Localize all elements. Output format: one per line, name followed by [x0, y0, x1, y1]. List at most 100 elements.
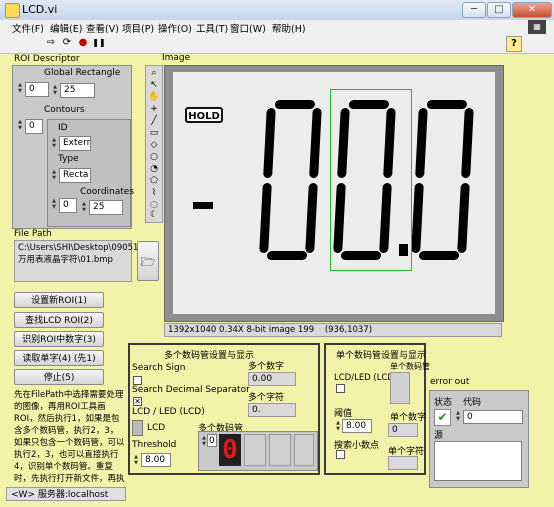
freeline-tool-icon[interactable]: ☾ [147, 209, 161, 221]
pan-tool-icon[interactable]: ✋ [147, 91, 161, 103]
status-bar: <W> 服务器:localhost [6, 487, 126, 501]
lcd-digit-3 [411, 100, 475, 260]
threshold-label: Threshold [132, 440, 177, 450]
coord-index-field[interactable]: 0 [59, 198, 77, 213]
menu-tools[interactable]: 工具(T) [196, 21, 228, 35]
threshold-spinner[interactable]: ▲ ▼ [132, 454, 140, 467]
image-info-bar: 1392x1040 0.34X 8-bit image 199 (936,103… [164, 323, 502, 337]
close-button[interactable]: ✕ [512, 2, 552, 18]
stop-button[interactable]: 停止(5) [14, 369, 104, 385]
error-status-label: 状态 [434, 398, 453, 408]
set-roi-button[interactable]: 设置新ROI(1) [14, 292, 104, 308]
contours-label: Contours [44, 105, 85, 115]
search-decimal-checkbox[interactable]: ✕ [133, 397, 142, 406]
led-digit-blank-2 [269, 434, 291, 466]
search-decimal-label: Search Decimal Separator [132, 385, 250, 395]
led-array-index[interactable]: 0 [207, 434, 217, 447]
rect-tool-icon[interactable]: ▭ [147, 127, 161, 139]
multi-led-array: ▲ ▼ 0 0 [198, 431, 318, 471]
single-threshold-field[interactable]: 8.00 [342, 419, 372, 433]
oval-tool-icon[interactable]: ○ [147, 151, 161, 163]
coord-index-spinner[interactable]: ▲ ▼ [50, 198, 58, 211]
roi-rectangle[interactable] [330, 89, 412, 271]
index-spinner[interactable]: ▲ ▼ [16, 82, 24, 95]
coord-value-spinner[interactable]: ▲ ▼ [80, 201, 88, 214]
lcd-led-toggle[interactable] [132, 420, 143, 436]
contours-spinner[interactable]: ▲ ▼ [16, 119, 24, 132]
search-dp-checkbox[interactable] [336, 450, 345, 459]
run-arrow-icon[interactable]: ⇨ [44, 36, 58, 50]
polygon-tool-icon[interactable]: ⬠ [147, 175, 161, 187]
error-code-field: 0 [463, 410, 523, 424]
lcd-led-label: LCD / LED (LCD) [132, 407, 205, 417]
error-out-cluster: 状态 代码 ✔ ▲ ▼ 0 源 [429, 390, 529, 488]
pause-icon[interactable]: ❚❚ [92, 36, 106, 50]
multi-char-label: 多个字符 [248, 393, 285, 403]
rotated-rect-tool-icon[interactable]: ◇ [147, 139, 161, 151]
labview-window: LCD.vi ─ □ ✕ 文件(F) 编辑(E) 查看(V) 项目(P) 操作(… [0, 0, 554, 507]
id-field[interactable]: Extern [59, 136, 91, 151]
pointer-tool-icon[interactable]: ↖ [147, 79, 161, 91]
single-section-title: 单个数码管设置与显示 [336, 351, 427, 361]
single-digit-field: 0 [388, 423, 418, 437]
contours-index-field[interactable]: 0 [25, 119, 43, 134]
menu-project[interactable]: 项目(P) [122, 21, 154, 35]
abort-icon[interactable]: ● [76, 36, 90, 50]
freehand-tool-icon[interactable]: ⌇ [147, 187, 161, 199]
help-icon[interactable]: ? [506, 36, 522, 52]
global-rect-label: Global Rectangle [44, 68, 121, 78]
type-field[interactable]: Recta [59, 168, 91, 183]
error-out-label: error out [430, 377, 470, 387]
single-lcd-led-label: LCD/LED (LCD) [334, 373, 398, 383]
toolbar: ⇨ ⟳ ● ❚❚ ? [0, 34, 554, 54]
type-label: Type [58, 154, 79, 164]
annulus-tool-icon[interactable]: ◔ [147, 163, 161, 175]
menu-operate[interactable]: 操作(O) [158, 21, 192, 35]
menu-help[interactable]: 帮助(H) [272, 21, 306, 35]
title-bar: LCD.vi ─ □ ✕ [0, 0, 554, 21]
global-rect-field[interactable]: 25 [60, 83, 95, 98]
led-digit-blank-1 [244, 434, 266, 466]
coord-value-field[interactable]: 25 [89, 200, 123, 215]
contour-cluster: ID ▲ ▼ Extern Type ▲ ▼ Recta Coordinates ▲… [47, 119, 134, 227]
threshold-field[interactable]: 8.00 [141, 453, 171, 467]
lcd-toggle-text: LCD [147, 423, 166, 433]
zoom-tool-icon[interactable]: ⌕ [147, 67, 161, 79]
search-sign-checkbox[interactable] [133, 376, 142, 385]
global-rect-spinner[interactable]: ▲ ▼ [51, 84, 59, 97]
single-threshold-spinner[interactable]: ▲ ▼ [334, 420, 342, 433]
file-path-field[interactable]: C:\Users\SHI\Desktop\090518 万用表液晶字符\01.b… [14, 240, 144, 282]
point-tool-icon[interactable]: + [147, 103, 161, 115]
lcd-image[interactable]: HOLD [173, 72, 495, 314]
window-title: LCD.vi [22, 3, 58, 16]
error-code-label: 代码 [463, 398, 482, 408]
error-status-check-icon: ✔ [434, 409, 451, 426]
menu-window[interactable]: 窗口(W) [230, 21, 266, 35]
line-tool-icon[interactable]: ╱ [147, 115, 161, 127]
browse-folder-icon[interactable]: 🗁 [137, 241, 159, 281]
minimize-button[interactable]: ─ [462, 2, 486, 18]
single-char-field [388, 456, 418, 470]
menu-view[interactable]: 查看(V) [86, 21, 119, 35]
run-continuously-icon[interactable]: ⟳ [60, 36, 74, 50]
error-code-spinner[interactable]: ▲ ▼ [454, 410, 462, 423]
roi-descriptor-label: ROI Descriptor [14, 54, 80, 64]
recognize-button[interactable]: 识别ROI中数字(3) [14, 331, 104, 347]
maximize-button[interactable]: □ [487, 2, 511, 18]
id-spinner[interactable]: ▲ ▼ [50, 137, 58, 150]
file-path-label: File Path [14, 229, 52, 239]
lcd-digit-1 [259, 100, 323, 260]
find-roi-button[interactable]: 查找LCD ROI(2) [14, 312, 104, 328]
hold-indicator: HOLD [185, 107, 223, 123]
vi-icon [5, 3, 20, 18]
roi-index-field[interactable]: 0 [25, 82, 49, 97]
type-spinner[interactable]: ▲ ▼ [50, 169, 58, 182]
single-led-label: 单个数码管 [390, 362, 430, 371]
read-single-button[interactable]: 读取单字(4) (先1) [14, 350, 104, 366]
error-source-field [434, 441, 522, 481]
search-sign-label: Search Sign [132, 363, 186, 373]
menu-edit[interactable]: 编辑(E) [50, 21, 82, 35]
menu-file[interactable]: 文件(F) [12, 21, 44, 35]
single-lcd-led-checkbox[interactable] [336, 384, 345, 393]
instructions-text: 先在FilePath中选择需要处理的图像，再用ROI工具画ROI，然后执行1，如… [14, 390, 125, 484]
